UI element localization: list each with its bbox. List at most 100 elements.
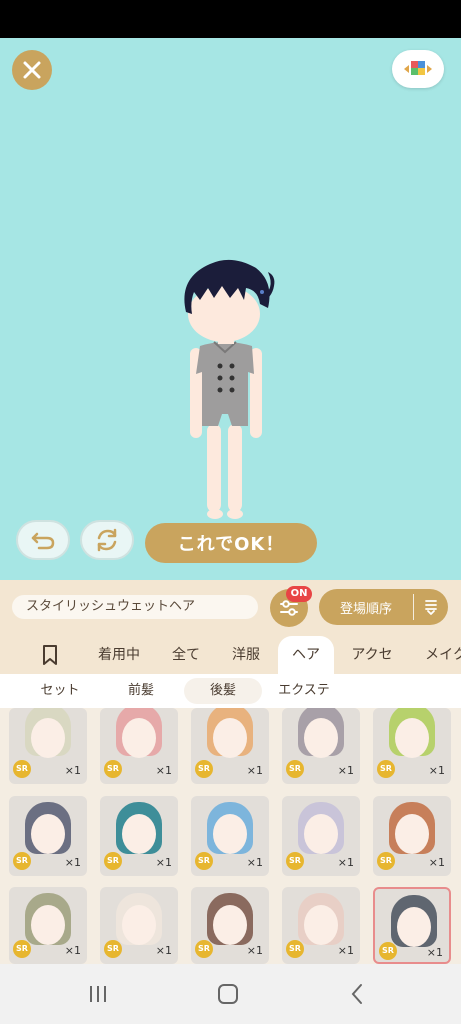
recent-apps-button[interactable]	[78, 980, 118, 1008]
rarity-badge: SR	[195, 940, 213, 958]
mannequin-head	[395, 718, 429, 758]
item-count: ×1	[64, 764, 81, 777]
mannequin-head	[304, 905, 338, 945]
rarity-badge: SR	[13, 760, 31, 778]
tab-4[interactable]: ヘア	[278, 636, 334, 674]
rarity-badge: SR	[195, 760, 213, 778]
palette-icon	[404, 61, 432, 75]
item-count: ×1	[64, 856, 81, 869]
hair-item-card[interactable]: SR ×1	[100, 796, 178, 876]
mannequin-head	[213, 814, 247, 854]
mannequin-head	[122, 905, 156, 945]
item-count: ×1	[246, 764, 263, 777]
rarity-badge: SR	[379, 942, 397, 960]
mannequin-head	[397, 907, 431, 947]
selected-item-name: スタイリッシュウェットヘア	[12, 595, 258, 619]
tab-6[interactable]: メイク	[416, 636, 461, 674]
status-bar	[0, 0, 461, 38]
avatar-stage: これでOK！	[0, 38, 461, 580]
hair-item-card[interactable]: SR ×1	[100, 708, 178, 784]
item-count: ×1	[155, 944, 172, 957]
hair-item-card[interactable]: SR ×1	[373, 708, 451, 784]
hair-item-card[interactable]: SR ×1	[373, 887, 451, 964]
item-count: ×1	[246, 856, 263, 869]
category-tabs: 着用中 全て 洋服 ヘア アクセ メイク	[0, 636, 461, 674]
avatar-figure	[184, 259, 275, 536]
home-icon	[218, 984, 238, 1004]
hair-item-card[interactable]: SR ×1	[9, 708, 87, 784]
mannequin-head	[31, 718, 65, 758]
randomize-button[interactable]	[80, 520, 134, 560]
rarity-badge: SR	[377, 852, 395, 870]
item-count: ×1	[64, 944, 81, 957]
hair-subtabs: セット 前髪 後髪 エクステ	[0, 674, 461, 708]
hair-item-card[interactable]: SR ×1	[9, 887, 87, 964]
item-count: ×1	[337, 856, 354, 869]
hair-item-card[interactable]: SR ×1	[191, 887, 269, 964]
recent-apps-icon	[90, 986, 106, 1002]
home-button[interactable]	[208, 980, 248, 1008]
item-grid: SR ×1 SR ×1 SR ×1 SR ×1 SR ×1 SR ×1 SR ×1 SR ×1 SR ×1 SR ×1…	[0, 708, 461, 964]
item-count: ×1	[337, 944, 354, 957]
undo-button[interactable]	[16, 520, 70, 560]
rarity-badge: SR	[13, 940, 31, 958]
subtab-1[interactable]: 前髪	[104, 678, 178, 704]
rarity-badge: SR	[104, 852, 122, 870]
back-button[interactable]	[337, 980, 377, 1008]
tab-5[interactable]: アクセ	[340, 636, 404, 674]
bookmark-icon	[43, 645, 57, 665]
wardrobe-panel: スタイリッシュウェットヘア ON 登場順序 着用中 全て 洋服 ヘア アクセ メイク セッ…	[0, 580, 461, 964]
tab-bookmark[interactable]	[30, 636, 70, 674]
sort-icon	[414, 598, 448, 616]
mannequin-head	[213, 718, 247, 758]
hair-item-card[interactable]: SR ×1	[9, 796, 87, 876]
hair-item-card[interactable]: SR ×1	[100, 887, 178, 964]
item-count: ×1	[246, 944, 263, 957]
filter-on-badge: ON	[286, 586, 312, 602]
rarity-badge: SR	[13, 852, 31, 870]
palette-button[interactable]	[392, 50, 444, 88]
item-count: ×1	[428, 856, 445, 869]
close-icon	[23, 61, 41, 79]
item-count: ×1	[155, 764, 172, 777]
hair-item-card[interactable]: SR ×1	[282, 887, 360, 964]
item-count: ×1	[337, 764, 354, 777]
sort-order-button[interactable]: 登場順序	[319, 589, 448, 625]
hair-item-card[interactable]: SR ×1	[191, 708, 269, 784]
hair-item-card[interactable]: SR ×1	[373, 796, 451, 876]
subtab-2[interactable]: 後髪	[184, 678, 262, 704]
item-count: ×1	[155, 856, 172, 869]
sort-order-label: 登場順序	[339, 601, 392, 617]
confirm-ok-button[interactable]: これでOK！	[145, 523, 317, 563]
refresh-icon	[97, 528, 117, 552]
hair-item-card[interactable]: SR ×1	[282, 708, 360, 784]
item-name-row: スタイリッシュウェットヘア ON 登場順序	[0, 580, 461, 636]
tab-2[interactable]: 全て	[162, 636, 210, 674]
item-count: ×1	[426, 946, 443, 959]
subtab-0[interactable]: セット	[20, 678, 100, 704]
back-icon	[351, 984, 362, 1004]
mannequin-head	[395, 814, 429, 854]
subtab-3[interactable]: エクステ	[264, 678, 344, 704]
tab-1[interactable]: 着用中	[88, 636, 150, 674]
close-button[interactable]	[12, 50, 52, 90]
mannequin-head	[122, 814, 156, 854]
mannequin-head	[304, 814, 338, 854]
undo-icon	[31, 532, 55, 550]
rarity-badge: SR	[377, 760, 395, 778]
mannequin-head	[31, 814, 65, 854]
hair-item-card[interactable]: SR ×1	[282, 796, 360, 876]
item-count: ×1	[428, 764, 445, 777]
mannequin-head	[213, 905, 247, 945]
mannequin-head	[122, 718, 156, 758]
tab-3[interactable]: 洋服	[220, 636, 272, 674]
rarity-badge: SR	[286, 852, 304, 870]
system-nav-bar	[0, 964, 461, 1024]
mannequin-head	[304, 718, 338, 758]
mannequin-head	[31, 905, 65, 945]
rarity-badge: SR	[104, 760, 122, 778]
rarity-badge: SR	[195, 852, 213, 870]
rarity-badge: SR	[286, 760, 304, 778]
rarity-badge: SR	[104, 940, 122, 958]
hair-item-card[interactable]: SR ×1	[191, 796, 269, 876]
